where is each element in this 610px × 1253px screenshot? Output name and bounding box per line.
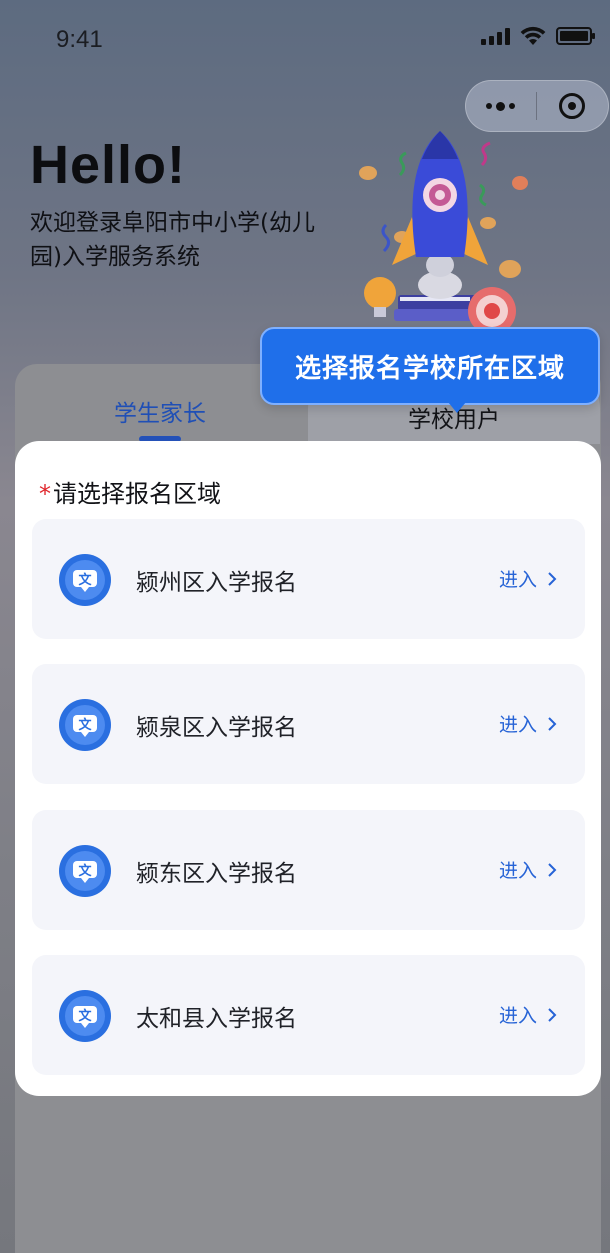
enter-text: 进入: [498, 714, 537, 736]
chevron-right-icon: [548, 862, 557, 877]
enter-text: 进入: [498, 569, 537, 591]
signal-icon: [481, 27, 510, 45]
region-label: 颍泉区入学报名: [136, 715, 297, 741]
school-badge-icon: 文: [59, 699, 111, 751]
battery-icon: [556, 27, 595, 45]
svg-text:文: 文: [78, 863, 92, 879]
status-icons: [481, 26, 595, 46]
school-badge-icon: 文: [59, 554, 111, 606]
svg-text:文: 文: [78, 1008, 92, 1024]
card-heading: *请选择报名区域: [39, 474, 221, 509]
wifi-icon: [520, 26, 546, 45]
guide-tooltip: 选择报名学校所在区域: [260, 327, 600, 405]
enter-link[interactable]: 进入: [499, 565, 559, 592]
enter-link[interactable]: 进入: [499, 856, 559, 883]
svg-text:文: 文: [78, 572, 92, 588]
enter-link[interactable]: 进入: [499, 710, 559, 737]
required-mark: *: [39, 480, 51, 508]
svg-text:文: 文: [78, 717, 92, 733]
tooltip-arrow: [448, 402, 466, 413]
enter-text: 进入: [498, 1005, 537, 1027]
tooltip-text: 选择报名学校所在区域: [294, 353, 565, 384]
target-icon: [559, 93, 586, 119]
school-badge-icon: 文: [59, 845, 111, 897]
enter-link[interactable]: 进入: [499, 1001, 559, 1028]
hero-title: Hello!: [30, 135, 187, 195]
region-item-taihe[interactable]: 文 太和县入学报名 进入: [32, 955, 585, 1075]
card-heading-text: 请选择报名区域: [53, 480, 221, 508]
region-select-card: *请选择报名区域 文 颍州区入学报名 进入 文 颍泉区入学报名 进入 文 颍东区…: [15, 441, 601, 1096]
region-label: 颍州区入学报名: [136, 570, 297, 596]
region-label: 太和县入学报名: [136, 1006, 297, 1032]
hero-subtitle: 欢迎登录阜阳市中小学(幼儿园)入学服务系统: [30, 210, 315, 270]
region-item-yingzhou[interactable]: 文 颍州区入学报名 进入: [32, 519, 585, 639]
rocket-illustration: [359, 131, 528, 335]
school-badge-icon: 文: [59, 990, 111, 1042]
enter-text: 进入: [498, 860, 537, 882]
tab-parent-label: 学生家长: [114, 401, 206, 427]
region-label: 颍东区入学报名: [136, 861, 297, 887]
region-item-yingdong[interactable]: 文 颍东区入学报名 进入: [32, 810, 585, 930]
status-time: 9:41: [56, 26, 103, 53]
chevron-right-icon: [548, 571, 557, 586]
chevron-right-icon: [548, 1007, 557, 1022]
region-item-yingquan[interactable]: 文 颍泉区入学报名 进入: [32, 664, 585, 784]
chevron-right-icon: [548, 716, 557, 731]
status-bar: 9:41: [0, 0, 610, 80]
